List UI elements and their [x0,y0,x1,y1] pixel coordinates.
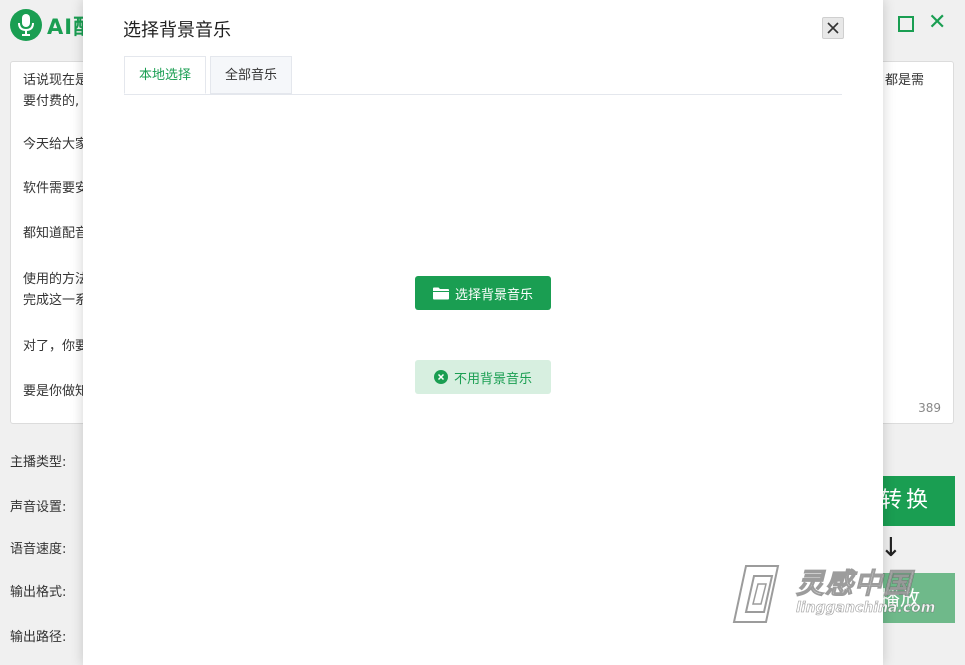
folder-icon [432,287,449,299]
microphone-logo-icon [10,9,42,41]
arrow-down-icon: ↓ [880,533,902,563]
tab-all-music[interactable]: 全部音乐 [210,56,292,94]
choose-music-label: 选择背景音乐 [454,287,533,303]
no-music-button[interactable]: 不用背景音乐 [415,360,551,394]
watermark: 灵感中国 lingganchina.com [728,562,943,628]
dialog-title: 选择背景音乐 [123,20,231,41]
close-circle-icon [433,370,448,384]
tab-bar: 本地选择 全部音乐 [124,56,842,95]
editor-line: 都知道配音 [23,226,89,241]
no-music-label: 不用背景音乐 [453,371,532,387]
editor-line: 今天给大家 [23,137,89,152]
editor-line: 都是需 [885,73,925,88]
editor-line: 使用的方法 [23,272,89,287]
editor-line: 要付费的, [23,94,80,109]
watermark-en: lingganchina.com [796,600,936,617]
editor-line: 对了，你要 [23,339,89,354]
close-icon[interactable] [822,17,844,39]
path-label: 输出路径: [10,630,67,645]
editor-line: 话说现在是 [23,73,89,88]
format-label: 输出格式: [10,585,67,600]
watermark-cn: 灵感中国 [795,567,913,601]
maximize-icon[interactable] [898,16,914,32]
voice-setting-label: 声音设置: [10,500,67,515]
speed-label: 语音速度: [10,542,67,557]
window-close-icon[interactable]: ✕ [928,11,946,35]
watermark-logo-icon [732,565,780,623]
convert-button[interactable]: 转换 [875,476,955,526]
choose-music-button[interactable]: 选择背景音乐 [415,276,551,310]
editor-line: 完成这一系 [23,293,89,308]
anchor-type-label: 主播类型: [10,455,67,470]
tab-local-select[interactable]: 本地选择 [124,56,206,94]
char-count: 389 [918,401,941,415]
editor-line: 要是你做知 [23,384,89,399]
editor-line: 软件需要安 [23,181,89,196]
